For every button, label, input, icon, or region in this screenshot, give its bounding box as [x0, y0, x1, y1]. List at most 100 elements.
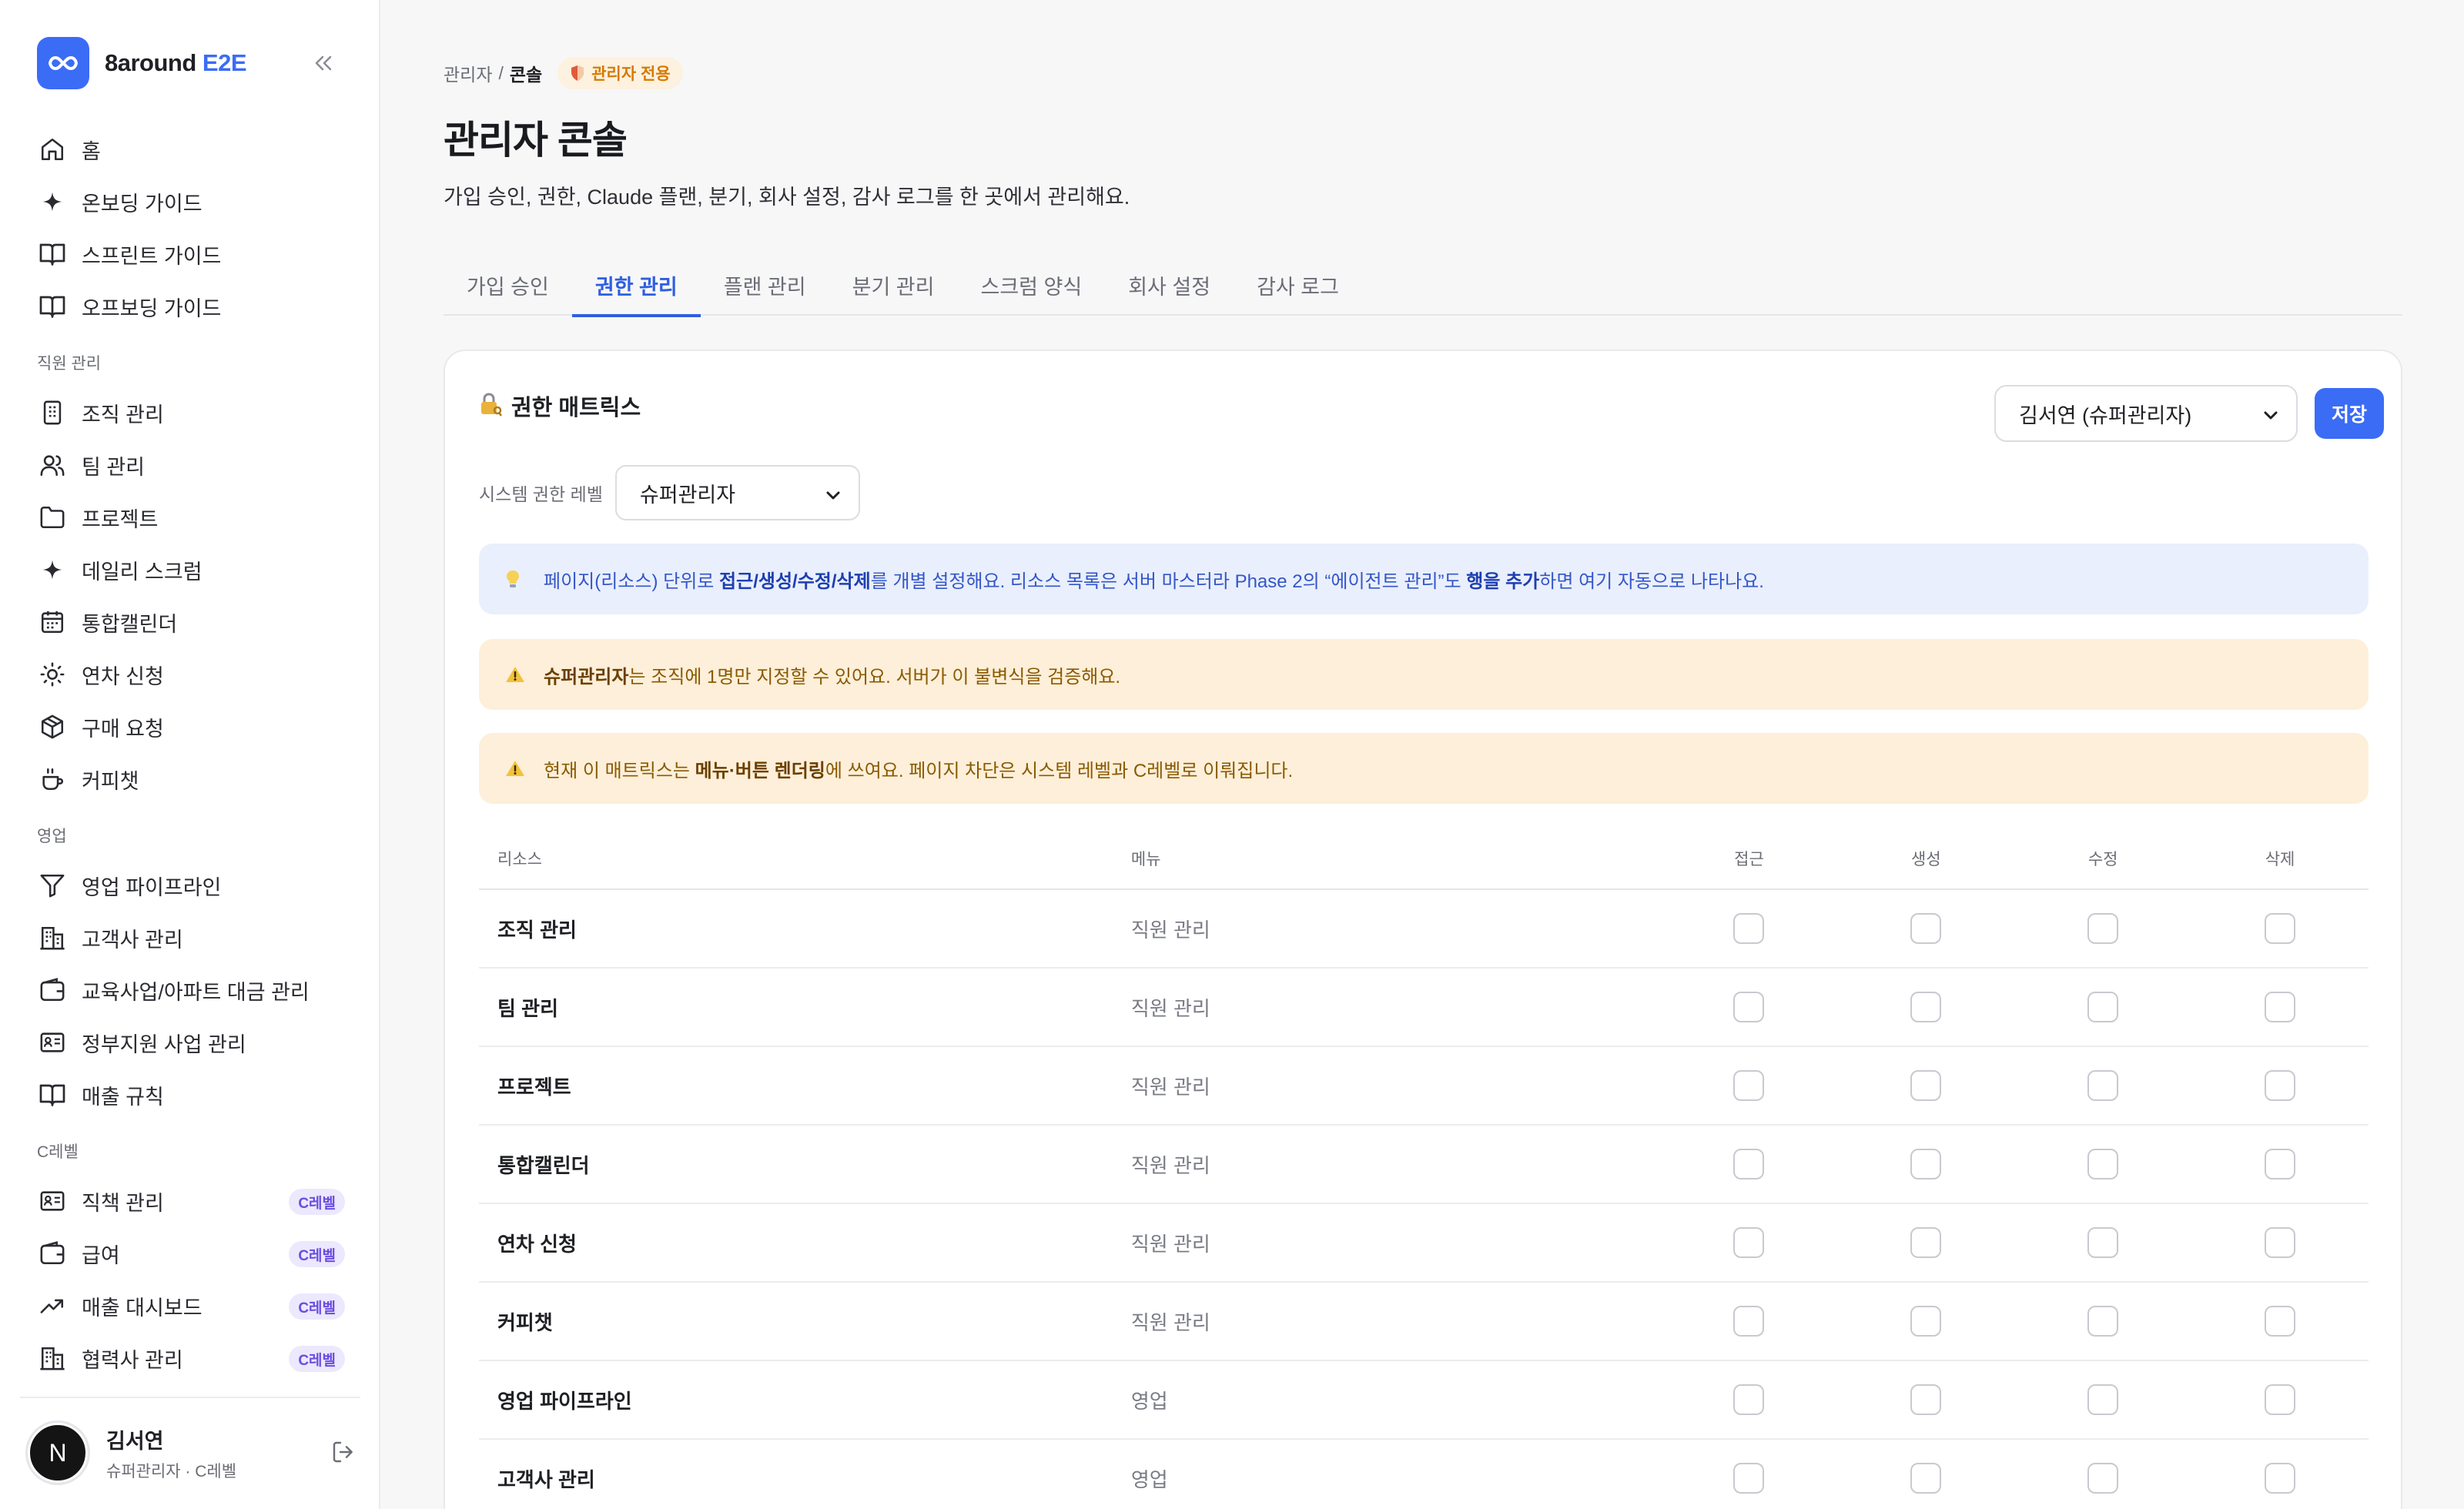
- page-description: 가입 승인, 권한, Claude 플랜, 분기, 회사 설정, 감사 로그를 …: [444, 186, 1130, 209]
- collapse-sidebar-button[interactable]: [308, 48, 339, 79]
- app-name: 8around E2E: [105, 49, 247, 76]
- sidebar-item-revenue-rules[interactable]: 매출 규칙: [37, 1069, 345, 1121]
- sidebar-item-edu-payment[interactable]: 교육사업/아파트 대금 관리: [37, 964, 345, 1016]
- sidebar-item-org[interactable]: 조직 관리: [37, 386, 345, 439]
- sidebar-item-label: 스프린트 가이드: [82, 244, 222, 268]
- sidebar-item-project[interactable]: 프로젝트: [37, 491, 345, 544]
- tab-permissions[interactable]: 권한 관리: [571, 254, 701, 317]
- sidebar-item-home[interactable]: 홈: [37, 123, 345, 176]
- create-checkbox[interactable]: [1910, 1227, 1942, 1258]
- office-icon: [37, 922, 68, 953]
- create-cell: [1837, 1149, 2014, 1179]
- update-checkbox[interactable]: [2087, 992, 2119, 1022]
- tab-scrum-template[interactable]: 스크럼 양식: [958, 254, 1106, 316]
- sidebar-item-label: 직책 관리: [82, 1191, 164, 1215]
- user-select-value: 김서연 (슈퍼관리자): [2019, 403, 2192, 427]
- delete-checkbox[interactable]: [2265, 1070, 2296, 1101]
- access-checkbox[interactable]: [1733, 1306, 1765, 1337]
- access-checkbox[interactable]: [1733, 1463, 1765, 1494]
- delete-checkbox[interactable]: [2265, 992, 2296, 1022]
- delete-checkbox[interactable]: [2265, 1306, 2296, 1337]
- sidebar-item-leave[interactable]: 연차 신청: [37, 648, 345, 701]
- create-checkbox[interactable]: [1910, 1463, 1942, 1494]
- access-checkbox[interactable]: [1733, 913, 1765, 944]
- tab-quarters[interactable]: 분기 관리: [829, 254, 958, 316]
- trend-icon: [37, 1290, 68, 1321]
- sidebar-item-offboarding[interactable]: 오프보딩 가이드: [37, 280, 345, 333]
- sidebar-item-label: 오프보딩 가이드: [82, 296, 222, 320]
- create-checkbox[interactable]: [1910, 1070, 1942, 1101]
- delete-checkbox[interactable]: [2265, 1149, 2296, 1179]
- tab-audit-log[interactable]: 감사 로그: [1234, 254, 1362, 316]
- tab-signup-approval[interactable]: 가입 승인: [444, 254, 572, 316]
- save-button[interactable]: 저장: [2315, 388, 2384, 439]
- user-select[interactable]: 김서연 (슈퍼관리자): [1994, 385, 2298, 442]
- update-checkbox[interactable]: [2087, 1227, 2119, 1258]
- resource-cell: 연차 신청: [497, 1232, 577, 1256]
- page-title: 관리자 콘솔: [444, 119, 628, 162]
- infinity-logo-icon: [37, 37, 89, 89]
- warning-icon: [505, 759, 533, 778]
- sidebar-item-pipeline[interactable]: 영업 파이프라인: [37, 859, 345, 912]
- menu-cell: 영업: [1130, 1467, 1168, 1491]
- warning-notice-text: 슈퍼관리자는 조직에 1명만 지정할 수 있어요. 서버가 이 불변식을 검증해…: [544, 666, 1121, 688]
- sidebar-item-sprint-guide[interactable]: 스프린트 가이드: [37, 228, 345, 280]
- breadcrumb-parent[interactable]: 관리자: [444, 60, 492, 86]
- id-card-icon: [37, 1027, 68, 1058]
- admin-only-label: 관리자 전용: [591, 65, 671, 83]
- sidebar-item-gov-support[interactable]: 정부지원 사업 관리: [37, 1016, 345, 1069]
- update-checkbox[interactable]: [2087, 1070, 2119, 1101]
- delete-checkbox[interactable]: [2265, 1227, 2296, 1258]
- create-checkbox[interactable]: [1910, 1149, 1942, 1179]
- sidebar-item-partners[interactable]: 협력사 관리 C레벨: [37, 1332, 345, 1384]
- tab-plans[interactable]: 플랜 관리: [701, 254, 829, 316]
- menu-cell: 직원 관리: [1130, 1310, 1210, 1334]
- sidebar-item-onboarding[interactable]: 온보딩 가이드: [37, 176, 345, 228]
- system-level-value: 슈퍼관리자: [639, 483, 736, 507]
- tab-company-settings[interactable]: 회사 설정: [1105, 254, 1234, 316]
- sidebar-item-coffee-chat[interactable]: 커피챗: [37, 753, 345, 805]
- access-checkbox[interactable]: [1733, 992, 1765, 1022]
- sparkle-icon: [37, 186, 68, 217]
- user-role: 슈퍼관리자 · C레벨: [106, 1462, 237, 1481]
- update-checkbox[interactable]: [2087, 913, 2119, 944]
- sidebar-item-label: 정부지원 사업 관리: [82, 1032, 246, 1056]
- create-checkbox[interactable]: [1910, 1306, 1942, 1337]
- access-checkbox[interactable]: [1733, 1149, 1765, 1179]
- sidebar-item-salary[interactable]: 급여 C레벨: [37, 1227, 345, 1280]
- user-profile[interactable]: N 김서연 슈퍼관리자 · C레벨: [28, 1418, 359, 1487]
- sidebar-item-label: 데일리 스크럼: [82, 560, 203, 584]
- sidebar-item-clients[interactable]: 고객사 관리: [37, 912, 345, 964]
- update-checkbox[interactable]: [2087, 1149, 2119, 1179]
- access-checkbox[interactable]: [1733, 1227, 1765, 1258]
- menu-cell: 직원 관리: [1130, 918, 1210, 942]
- access-checkbox[interactable]: [1733, 1384, 1765, 1415]
- sidebar-item-positions[interactable]: 직책 관리 C레벨: [37, 1175, 345, 1227]
- create-checkbox[interactable]: [1910, 992, 1942, 1022]
- box-icon: [37, 711, 68, 742]
- sidebar-item-daily-scrum[interactable]: 데일리 스크럼: [37, 544, 345, 596]
- create-checkbox[interactable]: [1910, 1384, 1942, 1415]
- delete-checkbox[interactable]: [2265, 1463, 2296, 1494]
- delete-checkbox[interactable]: [2265, 1384, 2296, 1415]
- delete-checkbox[interactable]: [2265, 913, 2296, 944]
- delete-cell: [2191, 992, 2369, 1022]
- sidebar-item-label: 연차 신청: [82, 664, 164, 688]
- system-level-select[interactable]: 슈퍼관리자: [614, 465, 860, 520]
- create-checkbox[interactable]: [1910, 913, 1942, 944]
- logout-button[interactable]: [328, 1437, 359, 1467]
- sidebar-item-purchase[interactable]: 구매 요청: [37, 701, 345, 753]
- resource-cell: 조직 관리: [497, 918, 577, 942]
- update-checkbox[interactable]: [2087, 1306, 2119, 1337]
- access-checkbox[interactable]: [1733, 1070, 1765, 1101]
- brand[interactable]: 8around E2E: [37, 37, 247, 89]
- sidebar-item-label: 고객사 관리: [82, 928, 183, 952]
- sidebar-item-calendar[interactable]: 통합캘린더: [37, 596, 345, 648]
- table-row: 영업 파이프라인 영업: [479, 1361, 2369, 1440]
- c-level-badge: C레벨: [289, 1293, 345, 1320]
- update-checkbox[interactable]: [2087, 1384, 2119, 1415]
- update-checkbox[interactable]: [2087, 1463, 2119, 1494]
- sidebar-item-revenue-dashboard[interactable]: 매출 대시보드 C레벨: [37, 1280, 345, 1332]
- sidebar-item-team[interactable]: 팀 관리: [37, 439, 345, 491]
- info-notice-text: 페이지(리소스) 단위로 접근/생성/수정/삭제를 개별 설정해요. 리소스 목…: [544, 570, 1764, 592]
